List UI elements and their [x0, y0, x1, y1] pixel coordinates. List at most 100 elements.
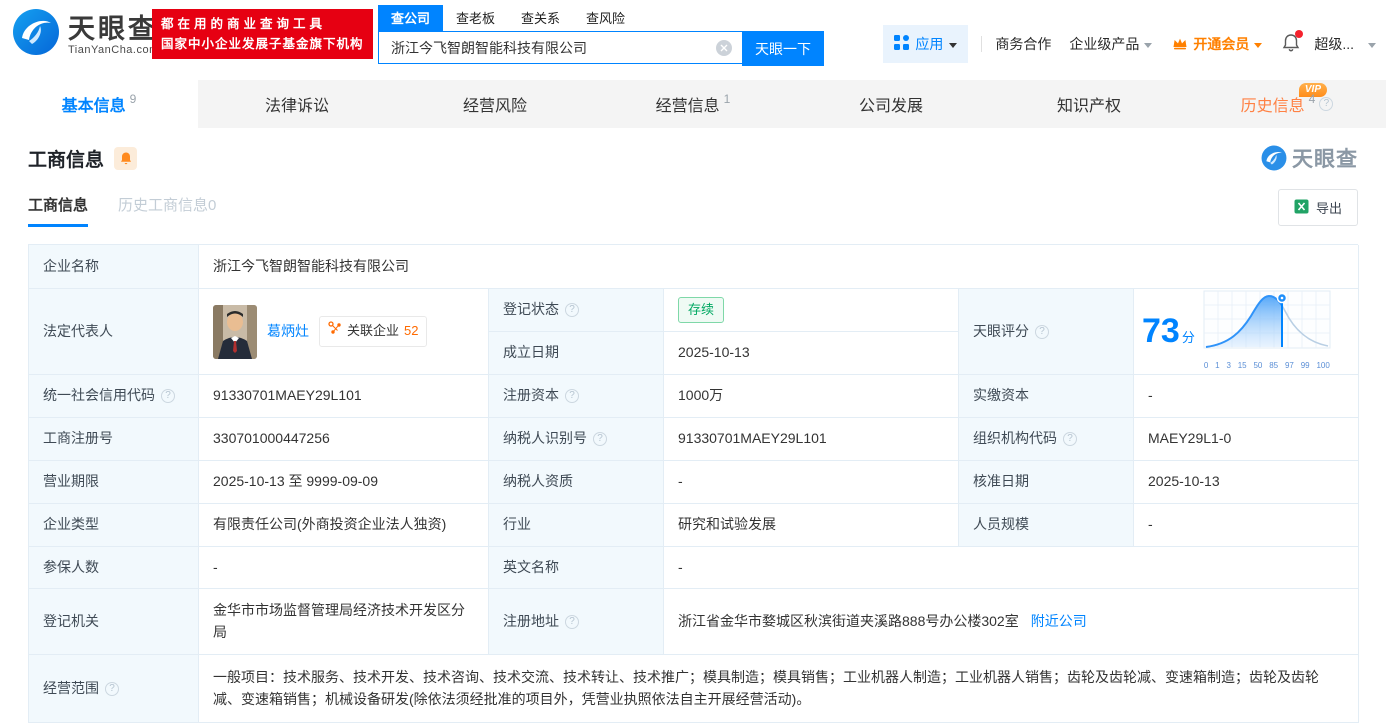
tab-count: 1 [723, 92, 731, 106]
help-icon[interactable]: ? [593, 432, 607, 446]
status-badge: 存续 [678, 296, 725, 324]
nav-open-vip[interactable]: 开通会员 [1172, 34, 1263, 54]
nearby-companies-link[interactable]: 附近公司 [1031, 611, 1087, 633]
field-value-english-name: - [664, 547, 1359, 589]
help-icon[interactable]: ? [105, 681, 119, 696]
nav-enterprise-products[interactable]: 企业级产品 [1069, 34, 1153, 54]
brand-domain: TianYanCha.com [68, 43, 159, 56]
brand-name: 天眼查 [68, 13, 158, 44]
field-label-business-scope: 经营范围? [29, 655, 199, 723]
search-tab-company[interactable]: 查公司 [378, 5, 444, 31]
nav-super-vip[interactable]: 超级... [1314, 34, 1354, 54]
field-label-insured-count: 参保人数 [29, 547, 199, 589]
tab-count: 9 [129, 92, 137, 106]
tab-operating-risk[interactable]: 经营风险 [396, 80, 594, 128]
field-value-company-name: 浙江今飞智朗智能科技有限公司 [199, 245, 1359, 289]
field-value-paid-capital: - [1134, 375, 1359, 418]
help-icon[interactable]: ? [565, 303, 579, 317]
search-area: 查公司 查老板 查关系 查风险 天眼一下 [378, 5, 824, 66]
search-tab-boss[interactable]: 查老板 [443, 5, 508, 31]
field-label-registration-status: 登记状态? [489, 289, 664, 332]
field-value-staff-size: - [1134, 504, 1359, 547]
field-label-staff-size: 人员规模 [959, 504, 1134, 547]
help-icon[interactable]: ? [565, 389, 579, 403]
tab-operating-info[interactable]: 经营信息 1 [594, 80, 792, 128]
field-label-registered-capital: 注册资本? [489, 375, 664, 418]
nav-business-cooperation[interactable]: 商务合作 [995, 34, 1051, 54]
tab-history-info[interactable]: VIP 历史信息 4 ? [1188, 80, 1386, 128]
tab-basic-info[interactable]: 基本信息 9 [0, 80, 198, 128]
field-value-industry: 研究和试验发展 [664, 504, 959, 547]
legal-representative-name[interactable]: 葛炳灶 [267, 321, 309, 343]
clear-search-icon[interactable] [716, 40, 732, 56]
field-label-company-type: 企业类型 [29, 504, 199, 547]
field-value-registration-status: 存续 [664, 289, 959, 332]
score-distribution-chart: 01 3 15 50 85 97 99 100 [1203, 290, 1331, 372]
notification-dot [1295, 30, 1304, 38]
apps-button[interactable]: 应用 [883, 25, 969, 63]
field-label-paid-capital: 实缴资本 [959, 375, 1134, 418]
tab-company-development[interactable]: 公司发展 [792, 80, 990, 128]
search-tabs: 查公司 查老板 查关系 查风险 [378, 5, 824, 31]
field-label-company-name: 企业名称 [29, 245, 199, 289]
field-value-business-term: 2025-10-13 至 9999-09-09 [199, 461, 489, 504]
field-value-company-type: 有限责任公司(外商投资企业法人独资) [199, 504, 489, 547]
tab-legal[interactable]: 法律诉讼 [198, 80, 396, 128]
field-value-registration-number: 330701000447256 [199, 418, 489, 461]
tab-count: 4 [1308, 92, 1316, 106]
search-tab-risk[interactable]: 查风险 [573, 5, 638, 31]
chevron-down-icon [949, 42, 958, 48]
section-title: 工商信息 [28, 149, 105, 171]
export-button[interactable]: 导出 [1277, 189, 1358, 226]
excel-icon [1294, 199, 1309, 217]
field-value-credit-code: 91330701MAEY29L101 [199, 375, 489, 418]
field-label-org-code: 组织机构代码? [959, 418, 1134, 461]
search-tab-relation[interactable]: 查关系 [508, 5, 573, 31]
tianyancha-logo-icon [12, 8, 60, 61]
search-button[interactable]: 天眼一下 [742, 31, 824, 66]
subtab-row: 工商信息 历史工商信息0 导出 [28, 189, 1358, 232]
tianyancha-logo[interactable]: 天眼查 TianYanCha.com [12, 8, 159, 61]
field-label-industry: 行业 [489, 504, 664, 547]
help-icon[interactable]: ? [1319, 97, 1334, 111]
business-info-table: 企业名称 浙江今飞智朗智能科技有限公司 法定代表人 葛炳灶 关联企业 52 登记… [28, 244, 1359, 723]
field-label-approval-date: 核准日期 [959, 461, 1134, 504]
tianyancha-watermark: 天眼查 [1261, 143, 1358, 173]
subtab-history-business-info[interactable]: 历史工商信息0 [118, 194, 216, 227]
field-label-taxpayer-quality: 纳税人资质 [489, 461, 664, 504]
field-value-business-scope: 一般项目：技术服务、技术开发、技术咨询、技术交流、技术转让、技术推广；模具制造；… [199, 655, 1359, 723]
divider [981, 36, 983, 52]
field-value-org-code: MAEY29L1-0 [1134, 418, 1359, 461]
chevron-down-icon [1144, 42, 1153, 48]
brand-slogan: 都在用的商业查询工具 国家中小企业发展子基金旗下机构 [152, 9, 373, 59]
search-input[interactable] [378, 31, 742, 64]
section-header: 工商信息 天眼查 [28, 143, 1358, 173]
monitor-bell-icon[interactable] [114, 146, 138, 170]
score-value: 73 分 [1142, 312, 1195, 351]
chevron-down-icon [1368, 42, 1376, 48]
legal-representative-photo[interactable] [213, 304, 257, 359]
field-value-establish-date: 2025-10-13 [664, 332, 959, 375]
subtab-business-info[interactable]: 工商信息 [28, 194, 89, 227]
tab-intellectual-property[interactable]: 知识产权 [990, 80, 1188, 128]
field-value-taxpayer-id: 91330701MAEY29L101 [664, 418, 959, 461]
help-icon[interactable]: ? [1063, 432, 1077, 446]
header: 天眼查 TianYanCha.com 都在用的商业查询工具 国家中小企业发展子基… [0, 0, 1386, 66]
field-label-registration-authority: 登记机关 [29, 589, 199, 655]
field-value-approval-date: 2025-10-13 [1134, 461, 1359, 504]
score-chart-axis: 01 3 15 50 85 97 99 100 [1203, 361, 1330, 371]
notifications-bell-icon[interactable] [1282, 30, 1304, 55]
apps-grid-icon [894, 35, 910, 53]
help-icon[interactable]: ? [161, 389, 175, 403]
field-label-registration-number: 工商注册号 [29, 418, 199, 461]
field-value-registered-capital: 1000万 [664, 375, 959, 418]
field-label-business-term: 营业期限 [29, 461, 199, 504]
company-tabnav: 基本信息 9 法律诉讼 经营风险 经营信息 1 公司发展 知识产权 VIP 历史… [0, 80, 1386, 128]
help-icon[interactable]: ? [1035, 324, 1049, 339]
help-icon[interactable]: ? [565, 614, 579, 629]
related-companies-badge[interactable]: 关联企业 52 [319, 316, 428, 347]
field-label-establish-date: 成立日期 [489, 332, 664, 375]
field-label-english-name: 英文名称 [489, 547, 664, 589]
field-value-insured-count: - [199, 547, 489, 589]
field-label-credit-code: 统一社会信用代码? [29, 375, 199, 418]
